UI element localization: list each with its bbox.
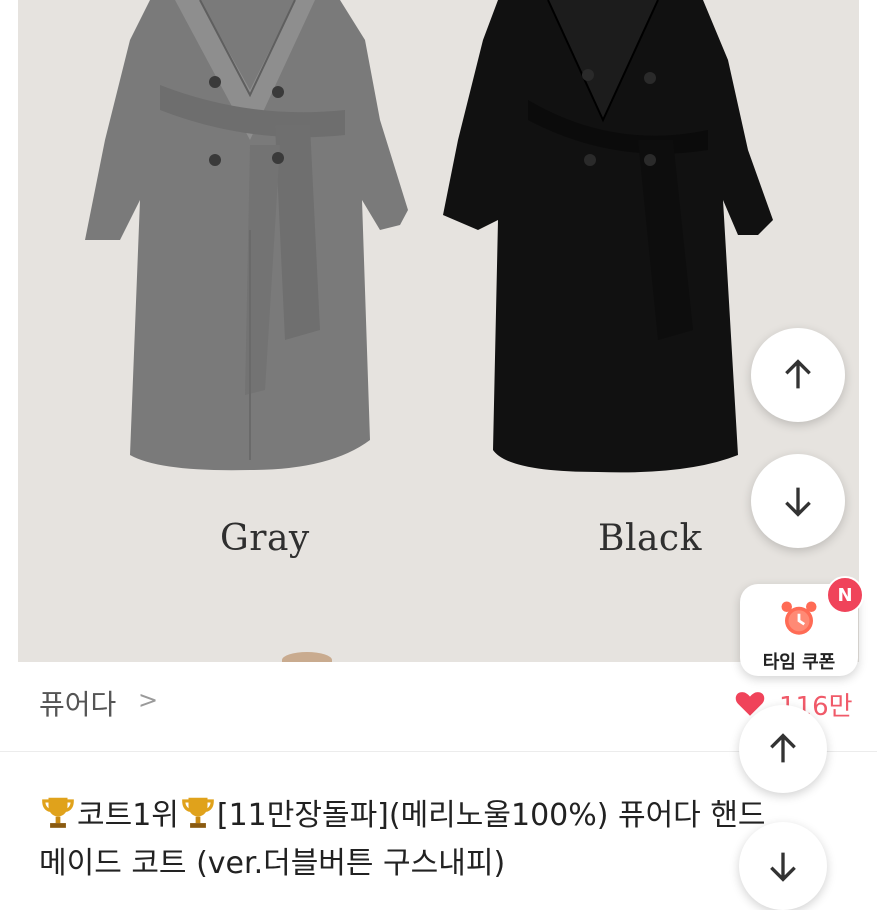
product-image: Gray Black [18,0,859,662]
chevron-right-icon: > [138,686,159,714]
black-coat-image [443,0,773,473]
arrow-up-icon [770,733,796,763]
scroll-down-button[interactable] [751,454,845,548]
new-badge: N [826,576,864,614]
scroll-down-button-secondary[interactable] [739,822,827,910]
hero-right-gutter [859,0,877,662]
store-name[interactable]: 퓨어다 [39,683,116,723]
title-rest: [11만장돌파](메리노울100%) 퓨어다 핸드 [216,798,766,833]
gray-coat-image [85,0,408,471]
scroll-up-button[interactable] [751,328,845,422]
arrow-up-icon [785,359,811,389]
trophy-icon [42,797,74,828]
trophy-icon [182,797,214,828]
scroll-up-button-secondary[interactable] [739,705,827,793]
alarm-clock-icon [781,601,817,635]
title-rank: 코트1위 [77,798,179,833]
color-label-black: Black [598,518,702,559]
arrow-down-icon [785,487,811,517]
coupon-label: 타임 쿠폰 [762,652,836,673]
arrow-down-icon [770,852,796,882]
product-title-line1: 코트1위 [11만장돌파](메리노울100%) 퓨어다 핸드 [39,790,766,834]
product-title-line2: 메이드 코트 (ver.더블버튼 구스내피) [39,846,506,881]
color-label-gray: Gray [220,518,310,559]
hero-left-gutter [0,0,18,662]
